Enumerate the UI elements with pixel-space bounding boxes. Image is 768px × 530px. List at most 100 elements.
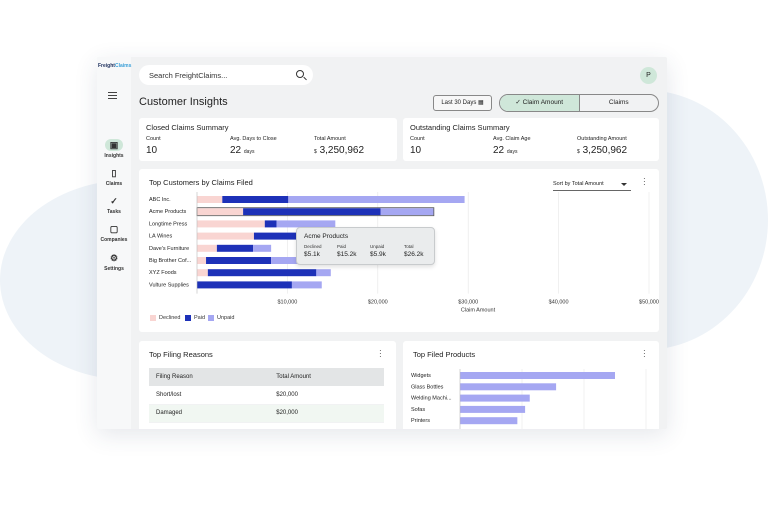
tooltip-paid: Paid $15.2k <box>337 244 357 258</box>
avg-days-label: Avg. Days to Close <box>230 136 277 142</box>
product-bar <box>460 394 530 402</box>
y-category-label: Glass Bottles <box>411 384 444 390</box>
tooltip-declined: Declined $5.1k <box>304 244 322 258</box>
bar-segment-unpaid <box>291 281 322 289</box>
y-category-label: Widgets <box>411 373 431 379</box>
outstanding-amount-number: 3,250,962 <box>582 145 628 156</box>
sidebar-item-label: Companies <box>100 237 128 243</box>
avatar[interactable]: P <box>640 67 657 84</box>
bar-segment-declined <box>197 269 208 277</box>
amount-cell: $20,000 <box>269 386 384 405</box>
legend-label: Paid <box>194 315 206 321</box>
tooltip-label: Total <box>404 244 414 249</box>
count-label: Count <box>410 136 425 142</box>
legend-unpaid: Unpaid <box>208 315 234 321</box>
logo[interactable]: FreightClaims <box>98 63 131 69</box>
product-bar <box>460 417 518 425</box>
toggle-claim-amount[interactable]: ✓ Claim Amount <box>500 95 580 111</box>
card-title: Closed Claims Summary <box>146 123 229 132</box>
tooltip-value: $15.2k <box>337 251 357 258</box>
total-amount-value: $ 3,250,962 <box>314 145 364 156</box>
y-category-label: XYZ Foods <box>149 270 177 276</box>
sidebar: FreightClaims ▣ Insights ▯ Claims ✓ Task… <box>97 57 131 429</box>
claim-age-unit: days <box>506 149 518 155</box>
count-value: 10 <box>146 145 158 156</box>
bar-segment-unpaid <box>288 196 465 203</box>
total-amount-number: 3,250,962 <box>319 145 365 156</box>
outstanding-claims-card: Outstanding Claims Summary Count 10 Avg.… <box>403 118 659 161</box>
bar-segment-paid <box>216 244 254 252</box>
y-category-label: Longtime Press <box>149 221 187 227</box>
sidebar-item-insights[interactable]: ▣ Insights <box>97 139 131 159</box>
claim-age-label: Avg. Claim Age <box>493 136 531 142</box>
search-icon[interactable] <box>296 70 304 78</box>
toggle-claims[interactable]: Claims <box>580 95 659 111</box>
currency-symbol: $ <box>577 149 580 155</box>
tooltip-value: $26.2k <box>404 251 424 258</box>
toggle-label: Claim Amount <box>522 99 564 106</box>
date-range-label: Last 30 Days <box>441 100 477 106</box>
bar-segment-unpaid <box>316 269 331 277</box>
app-window: FreightClaims ▣ Insights ▯ Claims ✓ Task… <box>97 57 667 429</box>
table-row[interactable]: Short/lost $20,000 <box>149 386 384 405</box>
bar-segment-paid <box>197 281 292 289</box>
bar-segment-unpaid <box>380 208 434 216</box>
product-bar <box>460 405 526 413</box>
y-category-label: Printers <box>411 418 430 424</box>
bar-segment-paid <box>243 208 381 216</box>
sidebar-item-label: Insights <box>104 153 124 159</box>
legend-label: Unpaid <box>217 315 235 321</box>
tooltip-label: Paid <box>337 244 347 249</box>
sidebar-item-settings[interactable]: ⚙ Settings <box>97 252 131 272</box>
sidebar-item-tasks[interactable]: ✓ Tasks <box>97 195 131 215</box>
x-tick-label: $10,000 <box>277 300 297 306</box>
top-products-chart: Widgets Glass Bottles Welding Machi... Sofa… <box>411 369 647 429</box>
bar-segment-paid <box>264 220 277 228</box>
x-tick-label: $30,000 <box>458 300 478 306</box>
x-tick-label: $20,000 <box>368 300 388 306</box>
column-header[interactable]: Total Amount <box>269 368 384 386</box>
bar-segment-declined <box>197 208 244 216</box>
y-category-label: Vulture Supplies <box>149 282 189 288</box>
outstanding-amount-label: Outstanding Amount <box>577 136 627 142</box>
logo-text: Freight <box>98 63 115 69</box>
toggle-label: Claims <box>608 99 629 106</box>
table-row[interactable]: Damaged $20,000 <box>149 404 384 423</box>
bar-segment-declined <box>197 232 254 240</box>
bar-segment-declined <box>197 244 217 252</box>
more-options-icon[interactable]: · · · <box>379 347 382 361</box>
x-tick-label: $40,000 <box>549 300 569 306</box>
legend-swatch <box>150 315 156 321</box>
check-icon: ✓ <box>515 99 523 106</box>
menu-icon[interactable] <box>108 92 117 99</box>
date-range-button[interactable]: Last 30 Days ▦ <box>433 95 492 111</box>
claim-age-number: 22 <box>493 145 505 156</box>
table-header-row: Filing Reason Total Amount <box>149 368 384 386</box>
legend-label: Declined <box>159 315 181 321</box>
legend-declined: Declined <box>150 315 180 321</box>
clipboard-icon: ▯ <box>111 168 117 178</box>
tooltip-title: Acme Products <box>304 233 349 240</box>
avg-days-unit: days <box>243 149 255 155</box>
bar-segment-unpaid <box>253 244 272 252</box>
product-bar <box>460 372 615 379</box>
count-value: 10 <box>410 145 422 156</box>
sidebar-item-companies[interactable]: ▢ Companies <box>97 223 131 243</box>
y-category-label: ABC Inc. <box>149 197 171 203</box>
sidebar-item-label: Claims <box>105 181 123 187</box>
x-tick-label: $50,000 <box>639 300 659 306</box>
sidebar-item-claims[interactable]: ▯ Claims <box>97 167 131 187</box>
reason-cell: Damaged <box>149 404 270 423</box>
tooltip-value: $5.1k <box>304 251 320 258</box>
legend-swatch <box>208 315 214 321</box>
tooltip-unpaid: Unpaid $5.9k <box>370 244 386 258</box>
outstanding-amount-value: $ 3,250,962 <box>577 145 627 156</box>
gear-icon: ⚙ <box>109 253 119 263</box>
column-header[interactable]: Filing Reason <box>149 368 270 386</box>
search-input[interactable]: Search FreightClaims... <box>139 65 313 85</box>
tooltip-total: Total $26.2k <box>404 244 424 258</box>
y-category-label: Dave's Furniture <box>149 246 189 252</box>
briefcase-icon: ▢ <box>109 224 119 234</box>
tooltip-label: Declined <box>304 244 322 249</box>
check-icon: ✓ <box>110 196 118 206</box>
